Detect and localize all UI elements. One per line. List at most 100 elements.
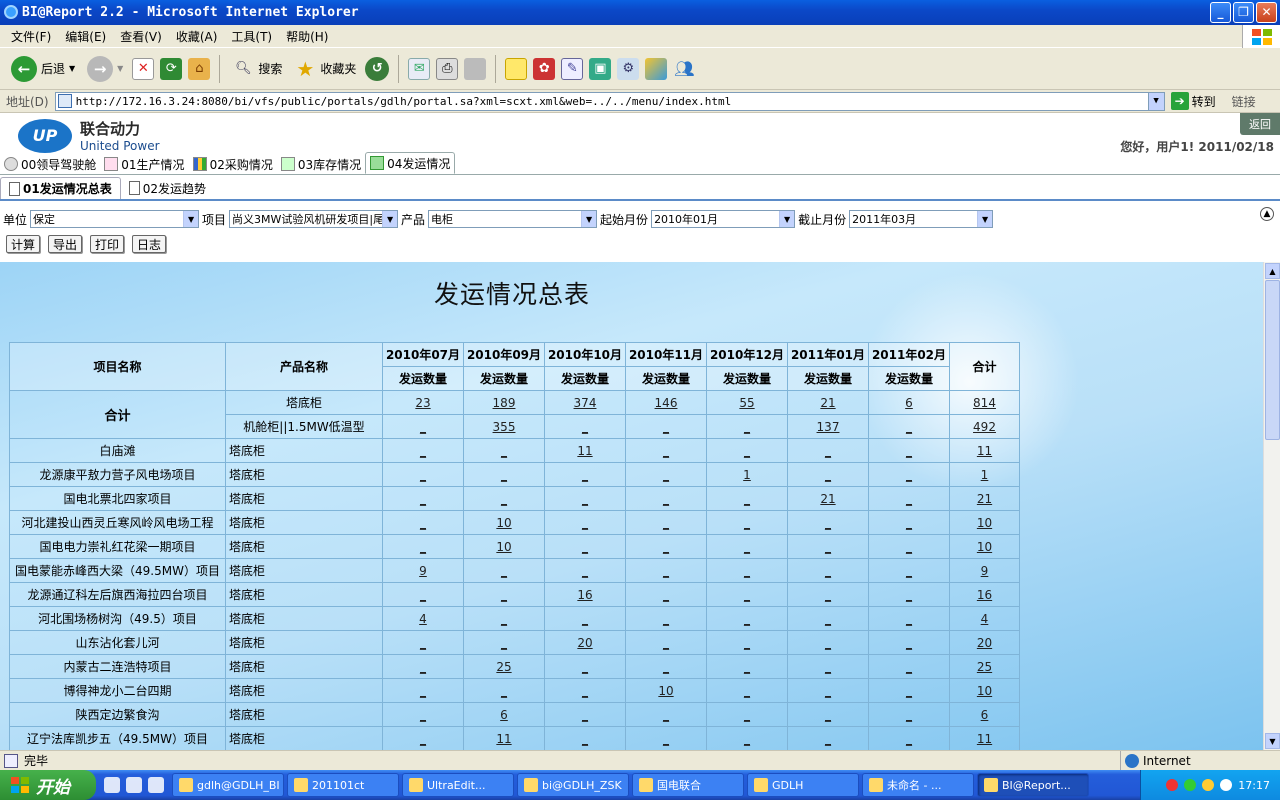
qty-cell[interactable]: _ xyxy=(625,630,707,655)
tray-app-icon[interactable] xyxy=(1184,779,1197,791)
links-button[interactable]: 链接 xyxy=(1232,93,1256,110)
forward-button[interactable]: → ▼ xyxy=(84,52,126,86)
qty-cell[interactable]: _ xyxy=(544,726,626,750)
qty-cell[interactable]: 55 xyxy=(706,390,788,415)
menu-help[interactable]: 帮助(H) xyxy=(279,28,335,45)
search-button[interactable]: 🔍︎ 搜索 xyxy=(229,52,285,86)
qty-cell[interactable]: _ xyxy=(706,606,788,631)
start-button[interactable]: 开始 xyxy=(0,770,96,800)
nav-tab-production[interactable]: 01生产情况 xyxy=(100,154,188,174)
qty-cell[interactable]: _ xyxy=(382,510,464,535)
go-button[interactable]: ➔ 转到 xyxy=(1170,92,1216,110)
qty-cell[interactable]: _ xyxy=(706,534,788,559)
qty-cell[interactable]: _ xyxy=(787,630,869,655)
qty-cell[interactable]: 25 xyxy=(463,654,545,679)
qty-cell[interactable]: _ xyxy=(787,510,869,535)
qty-cell[interactable]: 374 xyxy=(544,390,626,415)
tray-app-icon[interactable] xyxy=(1166,779,1179,791)
qty-cell[interactable]: _ xyxy=(868,630,950,655)
qty-cell[interactable]: _ xyxy=(868,678,950,703)
print-icon[interactable]: ⎙ xyxy=(436,57,459,80)
row-total-cell[interactable]: 21 xyxy=(949,486,1020,511)
qty-cell[interactable]: _ xyxy=(382,702,464,727)
qty-cell[interactable]: _ xyxy=(706,558,788,583)
scroll-up-icon[interactable]: ▲ xyxy=(1265,263,1280,279)
row-total-cell[interactable]: 9 xyxy=(949,558,1020,583)
print-button[interactable]: 打印 xyxy=(90,235,125,253)
app-icon[interactable] xyxy=(645,57,668,80)
close-button[interactable]: ✕ xyxy=(1256,2,1277,23)
maximize-button[interactable]: ❐ xyxy=(1233,2,1254,23)
tab-shipping-trend[interactable]: 02发运趋势 xyxy=(121,177,214,199)
chevron-down-icon[interactable]: ▼ xyxy=(1147,92,1164,110)
qty-cell[interactable]: _ xyxy=(706,510,788,535)
qty-cell[interactable]: _ xyxy=(382,654,464,679)
qty-cell[interactable]: _ xyxy=(868,702,950,727)
app-icon[interactable] xyxy=(148,777,164,793)
qty-cell[interactable]: _ xyxy=(787,606,869,631)
qty-cell[interactable]: _ xyxy=(382,486,464,511)
qty-cell[interactable]: 10 xyxy=(463,534,545,559)
ie-icon[interactable] xyxy=(104,777,120,793)
product-select[interactable]: 电柜 ▼ xyxy=(428,210,598,228)
qty-cell[interactable]: 137 xyxy=(787,414,869,439)
qty-cell[interactable]: _ xyxy=(544,702,626,727)
calculate-button[interactable]: 计算 xyxy=(6,235,41,253)
qty-cell[interactable]: _ xyxy=(463,582,545,607)
tray-app-icon[interactable] xyxy=(1202,779,1215,791)
volume-icon[interactable] xyxy=(1220,779,1233,791)
qty-cell[interactable]: 146 xyxy=(625,390,707,415)
qty-cell[interactable]: _ xyxy=(625,654,707,679)
qty-cell[interactable]: _ xyxy=(706,654,788,679)
row-total-cell[interactable]: 6 xyxy=(949,702,1020,727)
row-total-cell[interactable]: 10 xyxy=(949,678,1020,703)
qty-cell[interactable]: _ xyxy=(463,438,545,463)
qty-cell[interactable]: _ xyxy=(868,558,950,583)
taskbar-item[interactable]: UltraEdit... xyxy=(402,773,514,797)
nav-tab-inventory[interactable]: 03库存情况 xyxy=(277,154,365,174)
qty-cell[interactable]: _ xyxy=(625,726,707,750)
qty-cell[interactable]: _ xyxy=(787,654,869,679)
qty-cell[interactable]: _ xyxy=(544,414,626,439)
qty-cell[interactable]: _ xyxy=(868,414,950,439)
qty-cell[interactable]: _ xyxy=(382,534,464,559)
qty-cell[interactable]: _ xyxy=(706,678,788,703)
address-input[interactable]: http://172.16.3.24:8080/bi/vfs/public/po… xyxy=(54,91,1165,111)
qty-cell[interactable]: 23 xyxy=(382,390,464,415)
nav-tab-purchase[interactable]: 02采购情况 xyxy=(189,154,277,174)
row-total-cell[interactable]: 20 xyxy=(949,630,1020,655)
qty-cell[interactable]: 1 xyxy=(706,462,788,487)
qty-cell[interactable]: _ xyxy=(544,678,626,703)
qty-cell[interactable]: _ xyxy=(382,726,464,750)
report-scrollbar[interactable]: ▲ ▼ xyxy=(1263,262,1280,750)
note-icon[interactable] xyxy=(505,57,528,80)
scroll-thumb[interactable] xyxy=(1265,280,1280,440)
taskbar-item[interactable]: GDLH xyxy=(747,773,859,797)
qty-cell[interactable]: _ xyxy=(706,486,788,511)
row-total-cell[interactable]: 4 xyxy=(949,606,1020,631)
qty-cell[interactable]: _ xyxy=(868,438,950,463)
qty-cell[interactable]: _ xyxy=(787,438,869,463)
taskbar-item-active[interactable]: BI@Report... xyxy=(977,773,1089,797)
unit-select[interactable]: 保定 ▼ xyxy=(30,210,200,228)
messenger-icon[interactable]: ✿ xyxy=(533,57,556,80)
row-total-cell[interactable]: 11 xyxy=(949,438,1020,463)
home-icon[interactable]: ⌂ xyxy=(188,57,211,80)
row-total-cell[interactable]: 1 xyxy=(949,462,1020,487)
qty-cell[interactable]: _ xyxy=(544,534,626,559)
explorer-icon[interactable] xyxy=(126,777,142,793)
qty-cell[interactable]: 11 xyxy=(544,438,626,463)
qty-cell[interactable]: _ xyxy=(706,726,788,750)
qty-cell[interactable]: _ xyxy=(868,606,950,631)
taskbar-item[interactable]: 201101ct xyxy=(287,773,399,797)
qty-cell[interactable]: _ xyxy=(787,558,869,583)
qty-cell[interactable]: _ xyxy=(706,630,788,655)
qty-cell[interactable]: 10 xyxy=(463,510,545,535)
qty-cell[interactable]: _ xyxy=(463,630,545,655)
qty-cell[interactable]: 11 xyxy=(463,726,545,750)
row-total-cell[interactable]: 11 xyxy=(949,726,1020,750)
chevron-down-icon[interactable]: ▼ xyxy=(117,64,123,73)
qty-cell[interactable]: _ xyxy=(463,558,545,583)
qty-cell[interactable]: _ xyxy=(463,486,545,511)
qty-cell[interactable]: _ xyxy=(544,558,626,583)
